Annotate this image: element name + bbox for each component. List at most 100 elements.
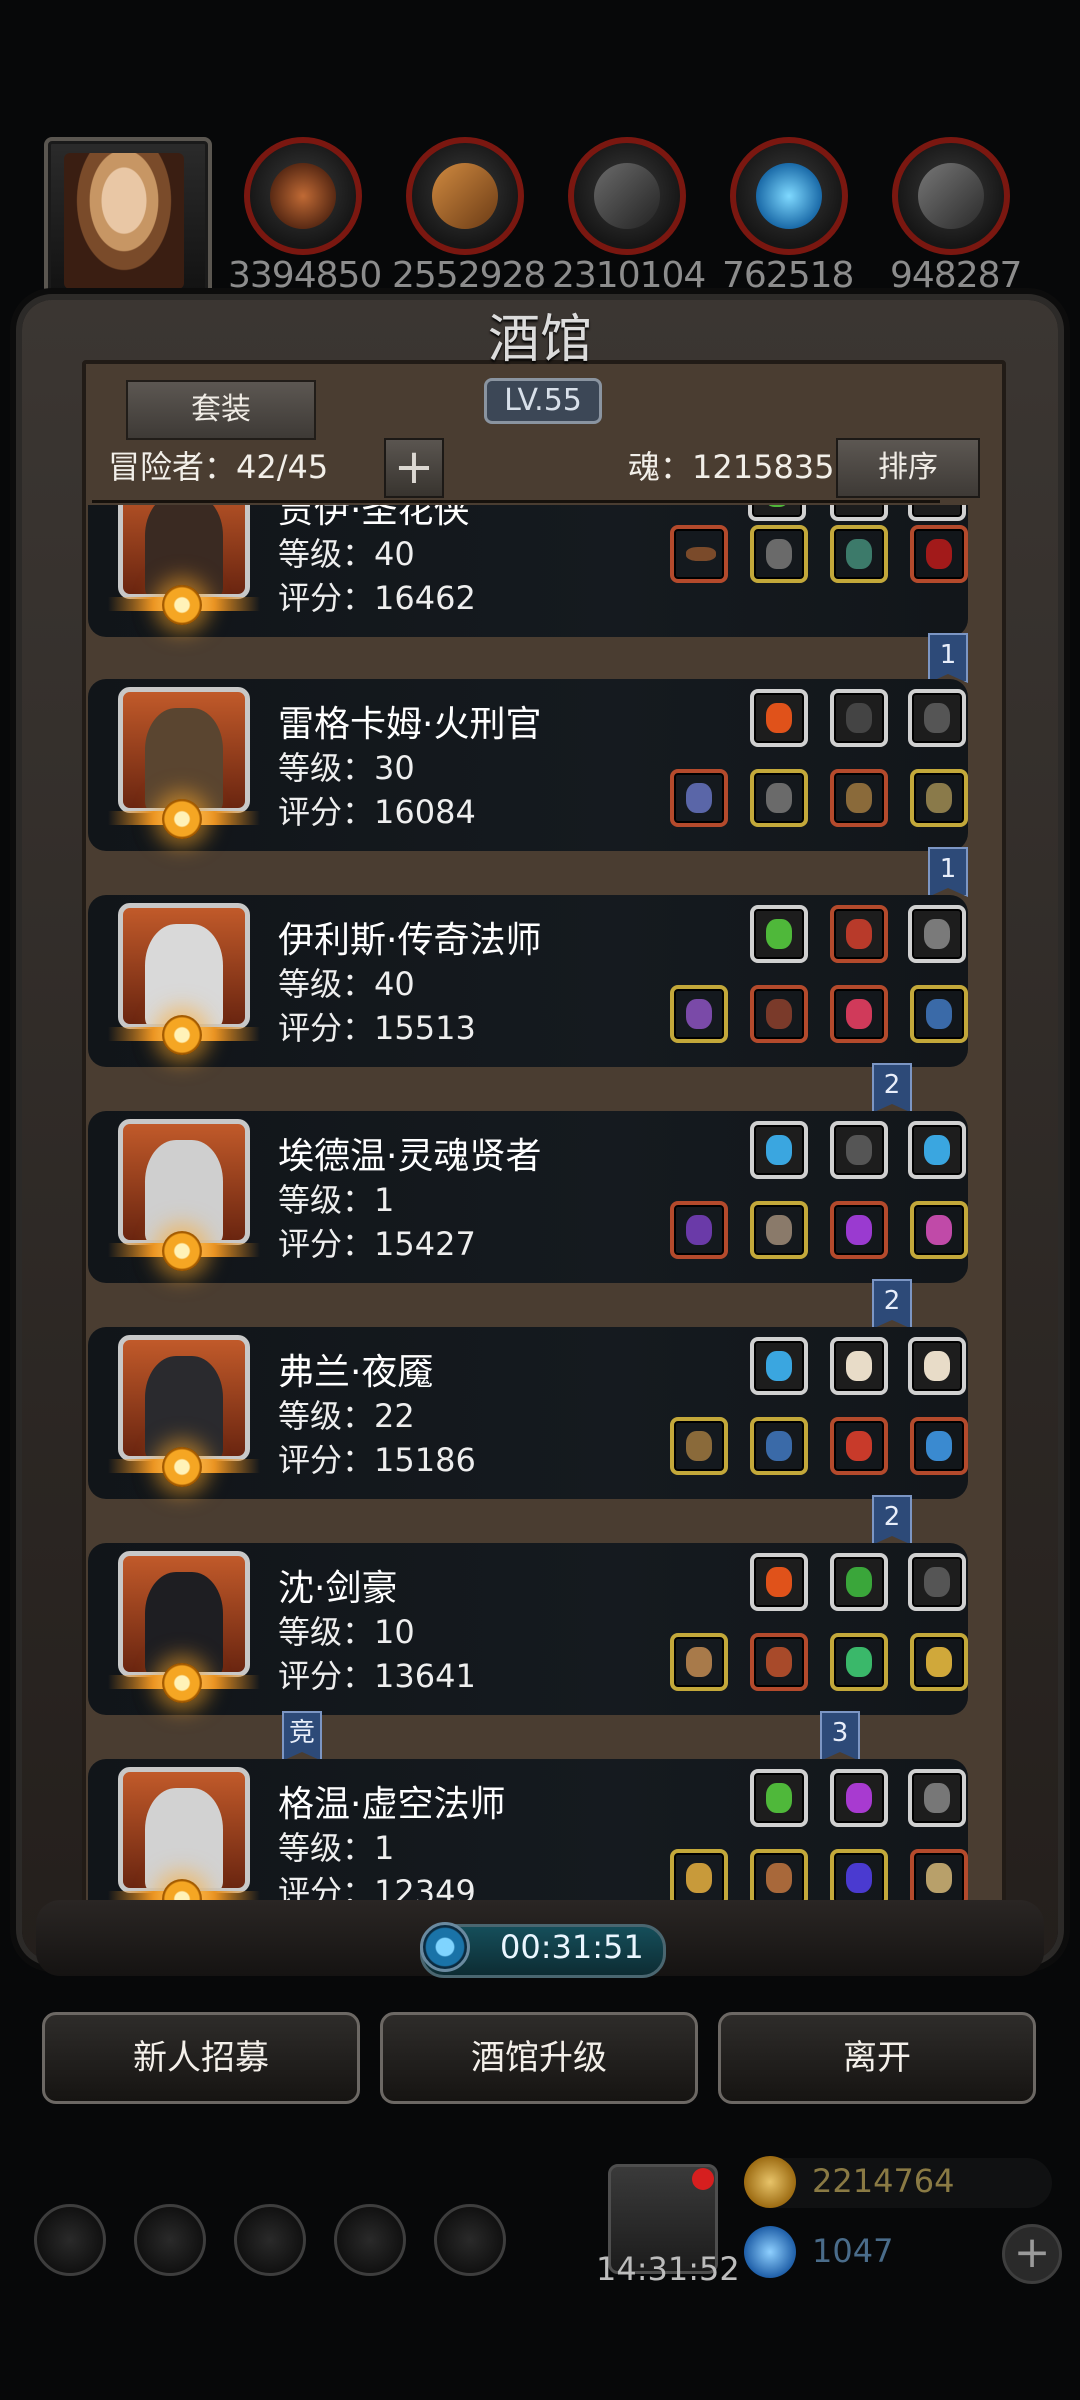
equip-slot-top-1[interactable]: [750, 1121, 808, 1179]
equip-slot-top-2[interactable]: [830, 1121, 888, 1179]
equip-slot-armor[interactable]: [750, 1849, 808, 1903]
tavern-level-badge: LV.55: [484, 378, 602, 424]
upgrade-tavern-button[interactable]: 酒馆升级: [380, 2012, 698, 2104]
hero-row[interactable]: 雷格卡姆·火刑官 等级：30 评分：16084: [88, 679, 968, 851]
hero-name: 伊利斯·传奇法师: [278, 920, 542, 961]
equip-slot-top-2[interactable]: [830, 1553, 888, 1611]
equip-slot-top-3[interactable]: [908, 689, 966, 747]
hero-portrait: [118, 903, 250, 1029]
equip-slot-top-3[interactable]: [908, 1553, 966, 1611]
equip-slot-ring[interactable]: [910, 1849, 968, 1903]
equip-slot-top-2[interactable]: [830, 1769, 888, 1827]
equip-slot-top-1[interactable]: [750, 905, 808, 963]
hero-rank-badge-icon: [162, 1231, 202, 1271]
equip-slot-top-3[interactable]: [908, 905, 966, 963]
rank-flag: 2: [872, 1063, 912, 1113]
equip-slot-ring[interactable]: [910, 769, 968, 827]
equip-slot-top-1[interactable]: [748, 505, 806, 521]
equip-slot-top-1[interactable]: [750, 1337, 808, 1395]
equip-slot-top-3[interactable]: [908, 505, 966, 521]
list-divider: [92, 500, 940, 503]
equip-slot-amulet[interactable]: [830, 1417, 888, 1475]
equip-slot-armor[interactable]: [750, 985, 808, 1043]
hero-score: 评分：13641: [278, 1657, 476, 1695]
equip-slot-ring[interactable]: [910, 1417, 968, 1475]
equip-slot-top-2[interactable]: [830, 689, 888, 747]
hero-rank-badge-icon: [162, 1663, 202, 1703]
rank-flag: 3: [820, 1711, 860, 1761]
equip-slot-ring[interactable]: [910, 985, 968, 1043]
equip-slot-top-1[interactable]: [750, 1769, 808, 1827]
equip-slot-armor[interactable]: [750, 1633, 808, 1691]
hero-row[interactable]: 格温·虚空法师 等级：1 评分：12349: [88, 1759, 968, 1903]
hero-portrait: [118, 1335, 250, 1461]
hero-rank-badge-icon: [162, 799, 202, 839]
equip-slot-weapon[interactable]: [670, 1633, 728, 1691]
mail-icon[interactable]: [334, 2204, 406, 2276]
equip-slot-ring[interactable]: [910, 1633, 968, 1691]
equip-slot-amulet[interactable]: [830, 1201, 888, 1259]
equip-slot-top-3[interactable]: [908, 1769, 966, 1827]
hero-level: 等级：22: [278, 1397, 415, 1435]
equip-slot-top-2[interactable]: [830, 505, 888, 521]
shop-icon[interactable]: [234, 2204, 306, 2276]
hero-name: 沈·剑豪: [278, 1568, 398, 1609]
equip-slot-weapon[interactable]: [670, 1849, 728, 1903]
equip-slot-top-1[interactable]: [750, 1553, 808, 1611]
resource-icon-iron: [892, 137, 1010, 255]
equip-slot-ring[interactable]: [910, 525, 968, 583]
resource-value-5: 948287: [890, 255, 1022, 296]
equip-slot-weapon[interactable]: [670, 985, 728, 1043]
hero-portrait: [118, 687, 250, 813]
hero-row[interactable]: 弗兰·夜魇 等级：22 评分：15186: [88, 1327, 968, 1499]
settings-icon[interactable]: [34, 2204, 106, 2276]
hero-portrait: [118, 1551, 250, 1677]
equip-slot-armor[interactable]: [750, 525, 808, 583]
equip-slot-top-2[interactable]: [830, 905, 888, 963]
hero-level: 等级：30: [278, 749, 415, 787]
equip-slot-amulet[interactable]: [830, 985, 888, 1043]
resource-value-3: 2310104: [552, 255, 706, 296]
equip-slot-amulet[interactable]: [830, 1849, 888, 1903]
hero-score: 评分：15186: [278, 1441, 476, 1479]
game-clock: 14:31:52: [596, 2250, 740, 2288]
sort-button[interactable]: 排序: [836, 438, 980, 498]
equip-slot-top-2[interactable]: [830, 1337, 888, 1395]
guild-icon[interactable]: [434, 2204, 506, 2276]
hero-row[interactable]: 沈·剑豪 等级：10 评分：13641: [88, 1543, 968, 1715]
equip-slot-top-3[interactable]: [908, 1337, 966, 1395]
add-currency-button[interactable]: +: [1002, 2224, 1062, 2284]
equip-slot-weapon[interactable]: [670, 1417, 728, 1475]
hero-row[interactable]: 伊利斯·传奇法师 等级：40 评分：15513: [88, 895, 968, 1067]
resource-icon-stone: [568, 137, 686, 255]
diamond-amount: 1047: [812, 2232, 894, 2270]
equip-slot-weapon[interactable]: [670, 769, 728, 827]
player-avatar[interactable]: [44, 137, 212, 305]
recruit-button[interactable]: 新人招募: [42, 2012, 360, 2104]
equip-slot-armor[interactable]: [750, 1417, 808, 1475]
suit-button[interactable]: 套装: [126, 380, 316, 440]
add-adventurer-slot-button[interactable]: +: [384, 438, 444, 498]
hero-row[interactable]: 埃德温·灵魂贤者 等级：1 评分：15427: [88, 1111, 968, 1283]
leave-button[interactable]: 离开: [718, 2012, 1036, 2104]
equip-slot-ring[interactable]: [910, 1201, 968, 1259]
hero-list[interactable]: 贾伊·圣花侠 等级：40 评分：16462 1 雷格卡姆·火刑官 等级：30 评…: [82, 505, 998, 1903]
hero-level: 等级：40: [278, 965, 415, 1003]
hero-score: 评分：16462: [278, 579, 476, 617]
hero-score: 评分：15427: [278, 1225, 476, 1263]
equip-slot-helm[interactable]: [830, 769, 888, 827]
equip-slot-top-3[interactable]: [908, 1121, 966, 1179]
equip-slot-armor[interactable]: [750, 1201, 808, 1259]
equip-slot-armor[interactable]: [750, 769, 808, 827]
equip-slot-weapon[interactable]: [670, 525, 728, 583]
equip-slot-top-1[interactable]: [750, 689, 808, 747]
hero-score: 评分：12349: [278, 1873, 476, 1903]
hero-name: 雷格卡姆·火刑官: [278, 704, 542, 745]
equip-slot-amulet[interactable]: [830, 1633, 888, 1691]
hero-name: 弗兰·夜魇: [278, 1352, 434, 1393]
hero-row[interactable]: 贾伊·圣花侠 等级：40 评分：16462: [88, 505, 968, 637]
equip-slot-boots[interactable]: [830, 525, 888, 583]
equip-slot-weapon[interactable]: [670, 1201, 728, 1259]
hero-menu-icon[interactable]: [134, 2204, 206, 2276]
clock-icon: [420, 1922, 470, 1972]
